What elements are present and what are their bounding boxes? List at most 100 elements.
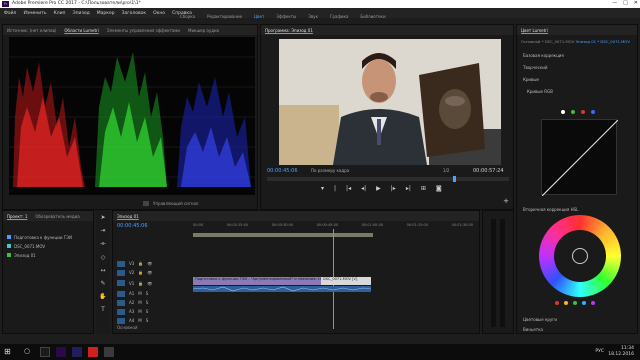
channel-blue-dot[interactable] bbox=[591, 110, 595, 114]
track-header-a2[interactable]: A2 M S bbox=[117, 298, 187, 307]
solo-button[interactable]: S bbox=[146, 300, 149, 305]
list-item[interactable]: Подготовка к функции ГЭИ bbox=[7, 235, 91, 240]
tab-program[interactable]: Программа: Эпизод 01 bbox=[265, 28, 313, 33]
type-tool-icon[interactable]: T bbox=[101, 306, 105, 313]
selection-tool-icon[interactable]: ➤ bbox=[100, 214, 105, 221]
app-taskbar-icon[interactable] bbox=[88, 347, 98, 357]
menu-title[interactable]: Заголовок bbox=[122, 11, 147, 16]
close-button[interactable]: ✕ bbox=[634, 0, 638, 6]
tab-audio-mixer[interactable]: Микшер аудио bbox=[188, 28, 219, 33]
timeline-ruler[interactable]: 00:00 00:00:15:00 00:00:30:00 00:00:45:0… bbox=[193, 223, 473, 227]
section-rgb-curves[interactable]: Кривые RGB bbox=[527, 89, 553, 94]
swatch-orange[interactable] bbox=[564, 301, 568, 305]
workspace-tab[interactable]: Эффекты bbox=[276, 14, 296, 22]
swatch-cyan[interactable] bbox=[582, 301, 586, 305]
mark-out-icon[interactable]: | bbox=[334, 185, 336, 192]
workspace-tab[interactable]: Редактирование bbox=[207, 14, 242, 22]
workspace-tab[interactable]: Библиотеки bbox=[360, 14, 385, 22]
track-target-toggle[interactable] bbox=[117, 317, 125, 324]
tab-project[interactable]: Проект: 1 bbox=[7, 214, 27, 219]
app-taskbar-icon[interactable] bbox=[72, 347, 82, 357]
channel-white-dot[interactable] bbox=[561, 110, 565, 114]
tab-source[interactable]: Источник: (нет клипов) bbox=[7, 28, 56, 33]
work-area-bar[interactable] bbox=[193, 233, 373, 237]
clock[interactable]: 11:34 18.12.2016 bbox=[608, 346, 634, 358]
lock-icon[interactable]: 🔒 bbox=[138, 281, 143, 286]
solo-button[interactable]: S bbox=[146, 291, 149, 296]
eye-icon[interactable]: 👁 bbox=[147, 270, 152, 275]
track-header-a3[interactable]: A3 M S bbox=[117, 307, 187, 316]
program-timecode[interactable]: 00:00:45:06 bbox=[267, 168, 298, 174]
pen-tool-icon[interactable]: ✎ bbox=[100, 280, 105, 287]
play-icon[interactable]: ▶ bbox=[376, 185, 381, 192]
mute-button[interactable]: M bbox=[138, 300, 141, 305]
section-creative[interactable]: Творческий bbox=[523, 65, 547, 70]
track-target-toggle[interactable] bbox=[117, 269, 125, 276]
timeline-timecode[interactable]: 00:00:45:06 bbox=[117, 223, 148, 229]
task-view-icon[interactable] bbox=[40, 347, 50, 357]
lumetri-clip-selector[interactable]: Основной * DSC_0071.MOV Эпизод 01 * DSC_… bbox=[521, 39, 630, 44]
tab-media-browser[interactable]: Обозреватель медиа bbox=[35, 214, 79, 219]
premiere-taskbar-icon[interactable] bbox=[56, 347, 66, 357]
channel-green-dot[interactable] bbox=[571, 110, 575, 114]
solo-button[interactable]: S bbox=[146, 318, 149, 323]
swatch-red[interactable] bbox=[555, 301, 559, 305]
video-clip-v1[interactable]: Подготовка к функции ГЭИ - "Аргументиров… bbox=[193, 277, 321, 285]
list-item[interactable]: Эпизод 01 bbox=[7, 253, 91, 258]
workspace-tab[interactable]: Графика bbox=[330, 14, 348, 22]
windows-start-icon[interactable]: ⊞ bbox=[4, 347, 11, 356]
eye-icon[interactable]: 👁 bbox=[147, 261, 152, 266]
menu-clip[interactable]: Клип bbox=[54, 11, 66, 16]
tab-sequence[interactable]: Эпизод 01 bbox=[117, 214, 139, 219]
section-vignette[interactable]: Виньетка bbox=[523, 327, 543, 332]
razor-tool-icon[interactable]: ◇ bbox=[101, 254, 106, 261]
track-header-v2[interactable]: V2 🔒 👁 bbox=[117, 268, 187, 277]
rgb-curve-graph[interactable] bbox=[541, 119, 619, 197]
mute-button[interactable]: M bbox=[138, 309, 141, 314]
menu-window[interactable]: Окно bbox=[153, 11, 165, 16]
section-color-wheels[interactable]: Цветовые круги bbox=[523, 317, 557, 322]
list-item[interactable]: DSC_0071.MOV bbox=[7, 244, 91, 249]
workspace-tab[interactable]: Звук bbox=[308, 14, 318, 22]
maximize-button[interactable]: □ bbox=[623, 0, 628, 6]
track-target-toggle[interactable] bbox=[117, 280, 125, 286]
channel-red-dot[interactable] bbox=[581, 110, 585, 114]
ripple-edit-tool-icon[interactable]: ⟛ bbox=[100, 240, 105, 248]
track-header-a1[interactable]: A1 M S bbox=[117, 289, 187, 298]
audio-clip-a1[interactable] bbox=[192, 286, 372, 292]
tab-lumetri-color[interactable]: Цвет Lumetri bbox=[521, 28, 548, 33]
menu-sequence[interactable]: Эпизод bbox=[72, 11, 89, 16]
mute-button[interactable]: M bbox=[138, 318, 141, 323]
step-forward-icon[interactable]: |▸ bbox=[391, 185, 396, 192]
go-to-in-icon[interactable]: |◂ bbox=[346, 185, 351, 192]
solo-button[interactable]: S bbox=[146, 309, 149, 314]
tab-effect-controls[interactable]: Элементы управления эффектами bbox=[107, 28, 180, 33]
program-scrub-bar[interactable] bbox=[267, 176, 509, 182]
workspace-tab[interactable]: Сборка bbox=[180, 14, 195, 22]
go-to-out-icon[interactable]: ▸| bbox=[406, 185, 411, 192]
search-icon[interactable]: ○ bbox=[24, 347, 30, 355]
export-frame-icon[interactable]: ◙ bbox=[436, 185, 442, 192]
hue-saturation-wheel[interactable] bbox=[539, 215, 621, 297]
lock-icon[interactable]: 🔒 bbox=[138, 261, 143, 266]
section-curves[interactable]: Кривые bbox=[523, 77, 539, 82]
track-select-tool-icon[interactable]: ⇥ bbox=[100, 227, 105, 234]
section-basic-correction[interactable]: Базовая коррекция bbox=[523, 53, 564, 58]
language-indicator[interactable]: РУС bbox=[595, 349, 604, 354]
menu-edit[interactable]: Изменить bbox=[23, 11, 46, 16]
track-header-v3[interactable]: V3 🔒 👁 bbox=[117, 259, 187, 268]
lock-icon[interactable]: 🔒 bbox=[138, 270, 143, 275]
zoom-dropdown[interactable]: 1/2 bbox=[443, 168, 449, 173]
add-button-icon[interactable]: + bbox=[503, 197, 509, 205]
tab-lumetri-scopes[interactable]: Области Lumetri bbox=[64, 28, 98, 33]
app-taskbar-icon[interactable] bbox=[104, 347, 114, 357]
menu-marker[interactable]: Маркер bbox=[97, 11, 115, 16]
swatch-purple[interactable] bbox=[591, 301, 595, 305]
track-header-v1[interactable]: V1 🔒 👁 bbox=[117, 277, 187, 289]
lift-icon[interactable]: ⊞ bbox=[421, 185, 426, 192]
track-target-toggle[interactable] bbox=[117, 308, 125, 315]
track-target-toggle[interactable] bbox=[117, 299, 125, 306]
step-back-icon[interactable]: ◂| bbox=[361, 185, 366, 192]
playhead-marker[interactable] bbox=[453, 176, 456, 182]
fit-dropdown[interactable]: По размеру кадра bbox=[311, 168, 349, 173]
